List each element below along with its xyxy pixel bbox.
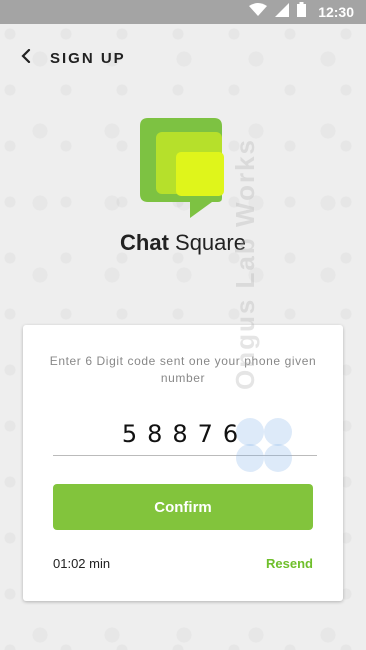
countdown-timer: 01:02 min xyxy=(53,556,111,571)
app-name: Chat Square xyxy=(0,230,366,256)
page-title: SIGN UP xyxy=(50,49,126,67)
battery-icon xyxy=(297,2,307,22)
status-time: 12:30 xyxy=(318,4,354,20)
verification-instructions: Enter 6 Digit code sent one your phone g… xyxy=(49,354,317,385)
resend-link[interactable]: Resend xyxy=(266,556,313,571)
confirm-button[interactable]: Confirm xyxy=(53,484,313,530)
status-icons: 12:30 xyxy=(249,0,354,24)
wifi-icon xyxy=(249,2,268,22)
header: SIGN UP xyxy=(0,38,366,78)
back-button[interactable] xyxy=(18,48,34,68)
watermark-logo-icon xyxy=(230,410,300,480)
status-bar: 12:30 xyxy=(0,0,366,24)
watermark-text: Ongus Lab Works xyxy=(230,138,260,390)
app-name-bold: Chat xyxy=(120,230,169,255)
chevron-left-icon xyxy=(21,48,31,68)
chat-square-logo xyxy=(140,118,226,222)
signal-icon xyxy=(275,2,290,22)
